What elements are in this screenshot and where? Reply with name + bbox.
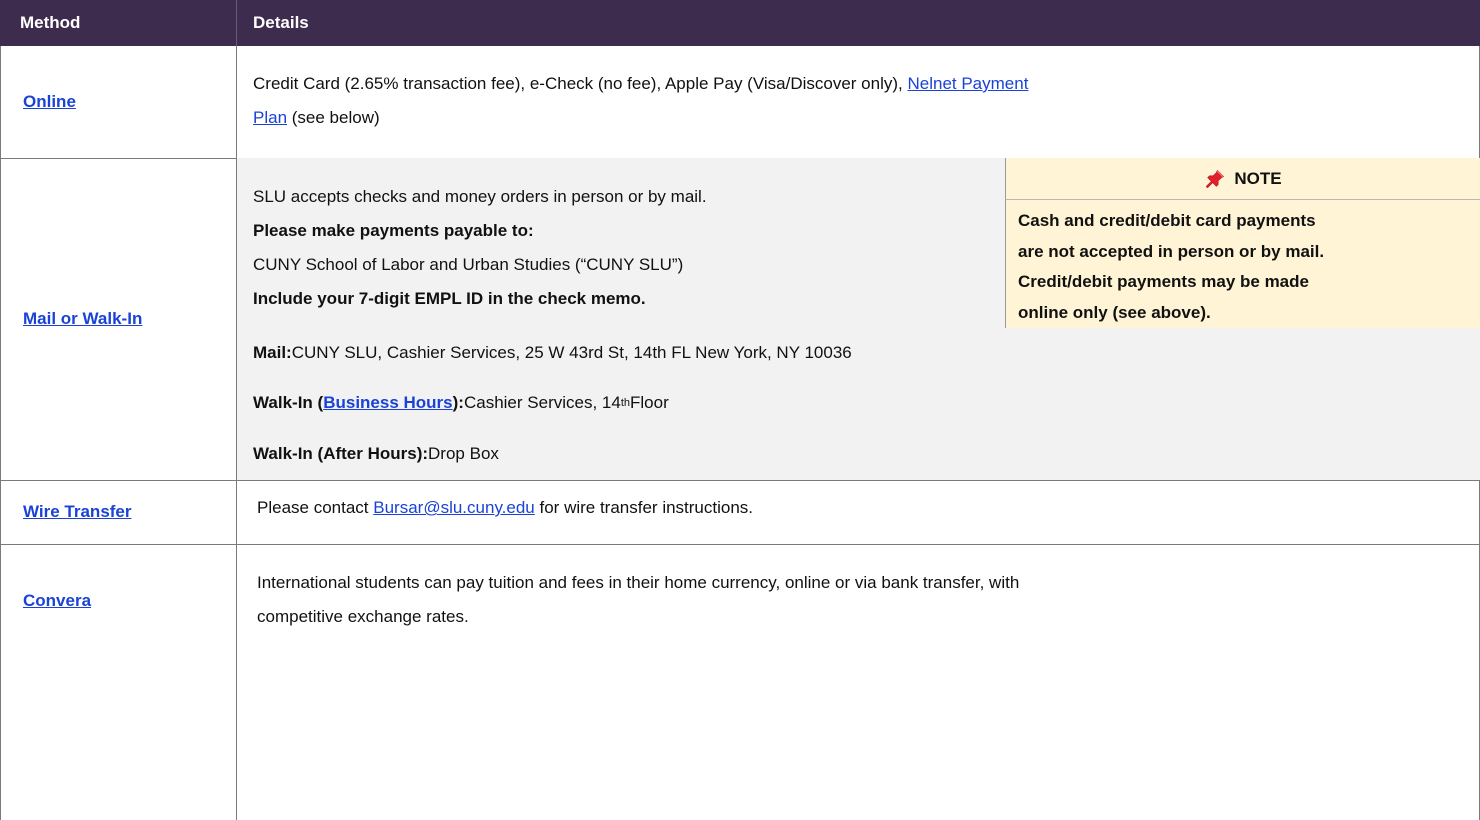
mail-line-payable-label: Please make payments payable to: [253,221,534,240]
wire-text-after: for wire transfer instructions. [534,498,754,517]
note-line-1: Cash and credit/debit card payments [1018,211,1316,230]
walkin-after-hours-row: Walk-In (After Hours): Drop Box [237,428,1480,480]
column-header-details: Details [237,0,1480,46]
pushpin-icon [1206,169,1225,188]
walkin-text-a: Cashier Services, 14 [463,393,621,412]
bursar-email-link[interactable]: Bursar@slu.cuny.edu [373,498,535,517]
method-cell-wire: Wire Transfer [0,480,237,544]
online-link[interactable]: Online [23,85,76,119]
note-line-2: are not accepted in person or by mail. [1018,241,1325,261]
mail-address-row: Mail: CUNY SLU, Cashier Services, 25 W 4… [237,328,1480,378]
nelnet-link-part1[interactable]: Nelnet Payment [907,74,1028,93]
nelnet-link-part2[interactable]: Plan [253,108,287,127]
column-header-method-label: Method [20,13,81,32]
method-cell-online: Online [0,46,237,158]
column-header-method: Method [0,0,237,46]
column-header-details-label: Details [253,13,309,32]
convera-link[interactable]: Convera [23,584,91,618]
payment-methods-table: Method Details Online Credit Card (2.65%… [0,0,1480,820]
business-hours-link[interactable]: Business Hours [323,386,452,420]
walkin-label-start: Walk-In ( [253,393,324,412]
mail-line-accepts: SLU accepts checks and money orders in p… [253,187,707,206]
note-body: Cash and credit/debit card payments are … [1005,200,1480,328]
online-details-line1: Credit Card (2.65% transaction fee), e-C… [253,67,1469,101]
method-cell-mail: Mail or Walk-In [0,158,237,480]
mail-address-label: Mail: [253,343,292,362]
method-cell-convera: Convera [0,544,237,820]
online-details-suffix: (see below) [287,108,380,127]
after-hours-label: Walk-In (After Hours): [253,444,429,463]
wire-transfer-link[interactable]: Wire Transfer [23,495,132,529]
details-cell-wire: Please contact Bursar@slu.cuny.edu for w… [237,480,1480,544]
after-hours-text: Drop Box [428,444,499,463]
note-line-3: Credit/debit payments may be made [1018,272,1309,291]
note-line-4: online only (see above). [1018,302,1211,322]
details-cell-convera: International students can pay tuition a… [237,544,1480,820]
convera-line2: competitive exchange rates. [257,607,469,626]
walkin-business-row: Walk-In (Business Hours): Cashier Servic… [237,378,1480,428]
note-header: NOTE [1005,158,1480,200]
mail-walkin-link[interactable]: Mail or Walk-In [23,302,142,336]
wire-text-before: Please contact [257,498,374,517]
walkin-label-end: ): [452,393,464,412]
online-details-line2: Plan (see below) [253,101,1469,135]
mail-address-text: CUNY SLU, Cashier Services, 25 W 43rd St… [291,343,852,362]
mail-line-memo: Include your 7-digit EMPL ID in the chec… [253,289,646,308]
convera-line1: International students can pay tuition a… [257,573,1020,592]
walkin-text-b: Floor [630,393,669,412]
note-title: NOTE [1234,168,1282,188]
mail-line-payee: CUNY School of Labor and Urban Studies (… [253,255,684,274]
mail-info-block: SLU accepts checks and money orders in p… [237,158,1005,328]
online-details-text: Credit Card (2.65% transaction fee), e-C… [253,74,908,93]
details-cell-online: Credit Card (2.65% transaction fee), e-C… [237,46,1480,158]
